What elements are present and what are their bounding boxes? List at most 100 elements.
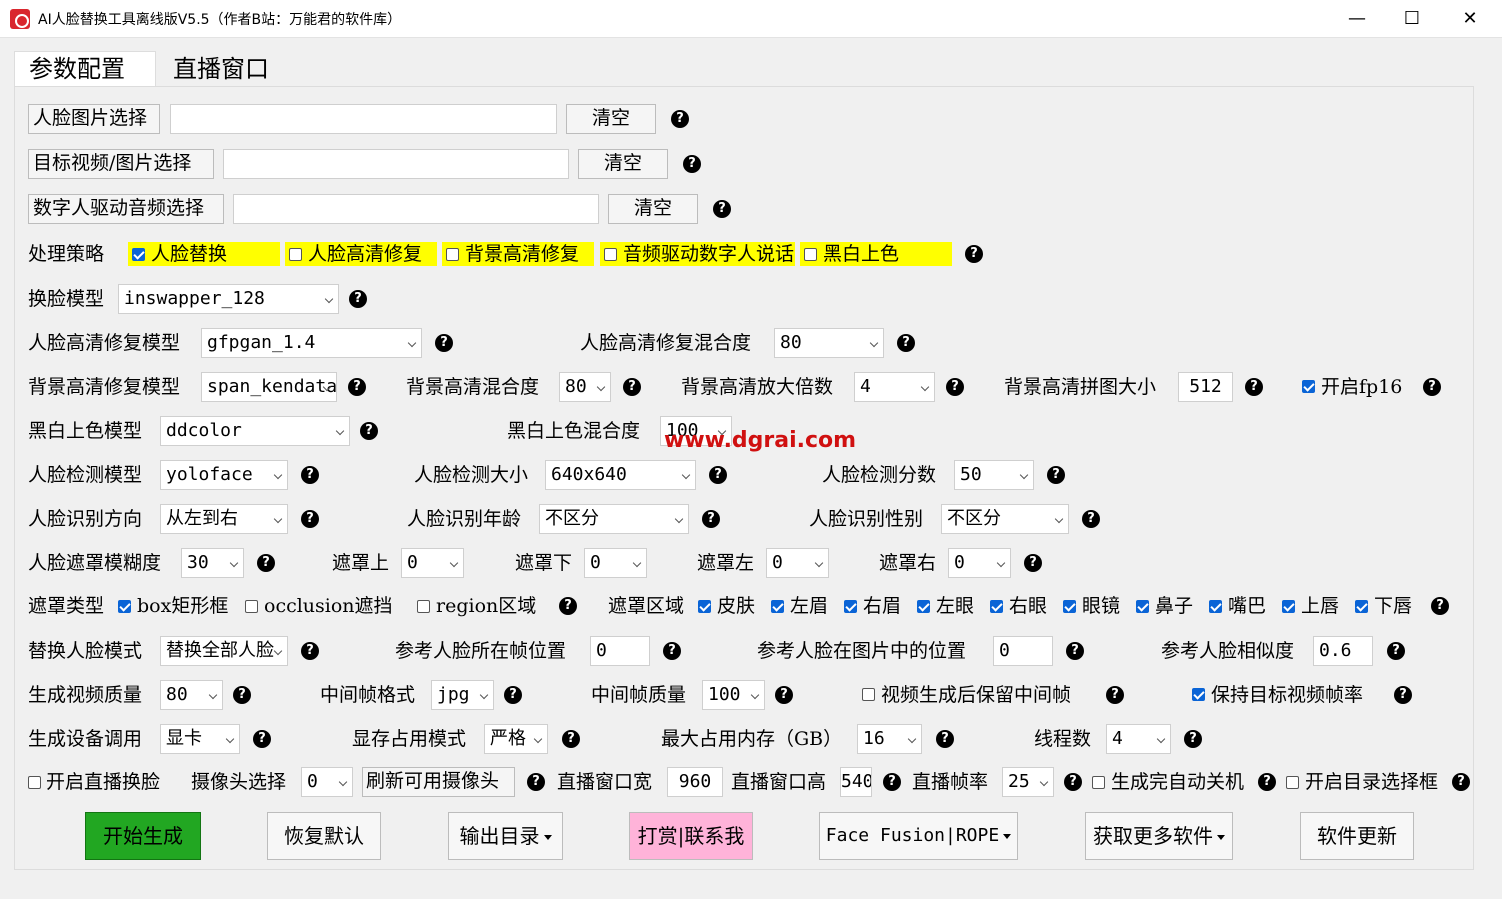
help-icon[interactable]: ? bbox=[253, 730, 271, 748]
tab-params[interactable]: 参数配置 bbox=[14, 51, 156, 87]
dir-select-checkbox[interactable] bbox=[1286, 776, 1299, 789]
help-icon[interactable]: ? bbox=[504, 686, 522, 704]
help-icon[interactable]: ? bbox=[1245, 378, 1263, 396]
frame-quality-select[interactable]: 100 bbox=[702, 680, 765, 710]
target-path-input[interactable] bbox=[223, 149, 569, 179]
ref-sim-input[interactable]: 0.6 bbox=[1313, 636, 1373, 666]
mask-top-select[interactable]: 0 bbox=[401, 548, 464, 578]
mask-area-checkbox[interactable] bbox=[1209, 600, 1222, 613]
bg-enh-tile-input[interactable]: 512 bbox=[1178, 372, 1233, 402]
mask-left-select[interactable]: 0 bbox=[766, 548, 829, 578]
video-quality-select[interactable]: 80 bbox=[160, 680, 223, 710]
detect-model-select[interactable]: yoloface bbox=[160, 460, 288, 490]
help-icon[interactable]: ? bbox=[883, 773, 901, 791]
help-icon[interactable]: ? bbox=[623, 378, 641, 396]
audio-path-input[interactable] bbox=[233, 194, 599, 224]
help-icon[interactable]: ? bbox=[1082, 510, 1100, 528]
live-enable-checkbox[interactable] bbox=[28, 776, 41, 789]
help-icon[interactable]: ? bbox=[257, 554, 275, 572]
help-icon[interactable]: ? bbox=[349, 290, 367, 308]
help-icon[interactable]: ? bbox=[775, 686, 793, 704]
reset-button[interactable]: 恢复默认 bbox=[267, 812, 381, 860]
help-icon[interactable]: ? bbox=[348, 378, 366, 396]
start-button[interactable]: 开始生成 bbox=[85, 812, 201, 860]
bg-enh-blend-select[interactable]: 80 bbox=[559, 372, 611, 402]
audio-clear-button[interactable]: 清空 bbox=[608, 194, 698, 224]
target-clear-button[interactable]: 清空 bbox=[578, 149, 668, 179]
help-icon[interactable]: ? bbox=[663, 642, 681, 660]
detect-score-select[interactable]: 50 bbox=[954, 460, 1034, 490]
tab-live[interactable]: 直播窗口 bbox=[159, 52, 295, 86]
help-icon[interactable]: ? bbox=[946, 378, 964, 396]
replace-mode-select[interactable]: 替换全部人脸 bbox=[160, 636, 288, 666]
live-width-input[interactable]: 960 bbox=[667, 767, 723, 797]
face-image-path-input[interactable] bbox=[170, 104, 557, 134]
help-icon[interactable]: ? bbox=[965, 245, 983, 263]
mask-bottom-select[interactable]: 0 bbox=[584, 548, 647, 578]
face-enh-model-select[interactable]: gfpgan_1.4 bbox=[201, 328, 422, 358]
mask-type-region-checkbox[interactable] bbox=[417, 600, 430, 613]
refresh-camera-button[interactable]: 刷新可用摄像头 bbox=[362, 767, 515, 797]
strategy-colorize-checkbox[interactable] bbox=[804, 248, 817, 261]
camera-select[interactable]: 0 bbox=[301, 767, 353, 797]
mask-area-checkbox[interactable] bbox=[990, 600, 1003, 613]
help-icon[interactable]: ? bbox=[1064, 773, 1082, 791]
face-fusion-button[interactable]: Face Fusion|ROPE bbox=[819, 812, 1018, 860]
help-icon[interactable]: ? bbox=[1258, 773, 1276, 791]
face-clear-button[interactable]: 清空 bbox=[566, 104, 656, 134]
more-software-button[interactable]: 获取更多软件 bbox=[1085, 812, 1233, 860]
bg-enh-scale-select[interactable]: 4 bbox=[854, 372, 935, 402]
strategy-face-swap-checkbox[interactable] bbox=[132, 248, 145, 261]
recog-age-select[interactable]: 不区分 bbox=[539, 504, 689, 534]
help-icon[interactable]: ? bbox=[1024, 554, 1042, 572]
live-height-input[interactable]: 540 bbox=[840, 767, 872, 797]
help-icon[interactable]: ? bbox=[301, 466, 319, 484]
mask-area-checkbox[interactable] bbox=[844, 600, 857, 613]
help-icon[interactable]: ? bbox=[1106, 686, 1124, 704]
live-fps-select[interactable]: 25 bbox=[1002, 767, 1054, 797]
close-button[interactable]: ✕ bbox=[1443, 0, 1497, 38]
help-icon[interactable]: ? bbox=[671, 110, 689, 128]
help-icon[interactable]: ? bbox=[1047, 466, 1065, 484]
donate-contact-button[interactable]: 打赏|联系我 bbox=[629, 812, 753, 860]
software-update-button[interactable]: 软件更新 bbox=[1300, 812, 1414, 860]
recog-gender-select[interactable]: 不区分 bbox=[941, 504, 1069, 534]
help-icon[interactable]: ? bbox=[301, 510, 319, 528]
help-icon[interactable]: ? bbox=[301, 642, 319, 660]
output-dir-button[interactable]: 输出目录 bbox=[448, 812, 563, 860]
mask-right-select[interactable]: 0 bbox=[948, 548, 1011, 578]
help-icon[interactable]: ? bbox=[1423, 378, 1441, 396]
maximize-button[interactable]: ☐ bbox=[1385, 0, 1439, 38]
help-icon[interactable]: ? bbox=[713, 200, 731, 218]
mask-area-checkbox[interactable] bbox=[1136, 600, 1149, 613]
mask-area-checkbox[interactable] bbox=[1063, 600, 1076, 613]
help-icon[interactable]: ? bbox=[435, 334, 453, 352]
help-icon[interactable]: ? bbox=[1387, 642, 1405, 660]
strategy-face-enhance-checkbox[interactable] bbox=[289, 248, 302, 261]
help-icon[interactable]: ? bbox=[1452, 773, 1470, 791]
keep-frames-checkbox[interactable] bbox=[862, 688, 875, 701]
help-icon[interactable]: ? bbox=[233, 686, 251, 704]
auto-shutdown-checkbox[interactable] bbox=[1092, 776, 1105, 789]
swap-model-select[interactable]: inswapper_128 bbox=[118, 284, 339, 314]
help-icon[interactable]: ? bbox=[562, 730, 580, 748]
mask-area-checkbox[interactable] bbox=[698, 600, 711, 613]
device-select[interactable]: 显卡 bbox=[160, 724, 240, 754]
frame-format-select[interactable]: jpg bbox=[431, 680, 494, 710]
mem-mode-select[interactable]: 严格 bbox=[484, 724, 548, 754]
color-model-select[interactable]: ddcolor bbox=[160, 416, 350, 446]
help-icon[interactable]: ? bbox=[559, 597, 577, 615]
help-icon[interactable]: ? bbox=[683, 155, 701, 173]
help-icon[interactable]: ? bbox=[527, 773, 545, 791]
audio-select-button[interactable]: 数字人驱动音频选择 bbox=[28, 194, 224, 224]
mask-area-checkbox[interactable] bbox=[1282, 600, 1295, 613]
mask-type-box-checkbox[interactable] bbox=[118, 600, 131, 613]
max-mem-select[interactable]: 16 bbox=[857, 724, 922, 754]
strategy-audio-driven-checkbox[interactable] bbox=[604, 248, 617, 261]
target-select-button[interactable]: 目标视频/图片选择 bbox=[28, 149, 214, 179]
keep-fps-checkbox[interactable] bbox=[1192, 688, 1205, 701]
detect-size-select[interactable]: 640x640 bbox=[545, 460, 696, 490]
ref-pos-input[interactable]: 0 bbox=[993, 636, 1053, 666]
help-icon[interactable]: ? bbox=[1066, 642, 1084, 660]
help-icon[interactable]: ? bbox=[702, 510, 720, 528]
